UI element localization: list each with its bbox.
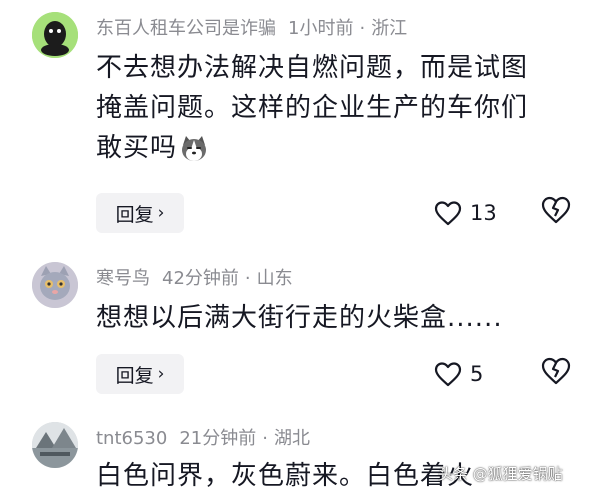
location: 山东 bbox=[256, 268, 293, 289]
username[interactable]: tnt6530 bbox=[96, 428, 167, 449]
reply-button[interactable]: 回复 › bbox=[96, 354, 184, 394]
husky-emoji-icon bbox=[182, 136, 207, 161]
reply-button[interactable]: 回复 › bbox=[96, 193, 184, 233]
comment-text-line: 掩盖问题。这样的企业生产的车你们 bbox=[96, 93, 529, 123]
location: 湖北 bbox=[273, 428, 310, 449]
chevron-right-icon: › bbox=[157, 364, 165, 384]
comment-meta: tnt6530 21分钟前 · 湖北 bbox=[96, 428, 310, 449]
avatar[interactable] bbox=[32, 422, 78, 468]
comment-text: 想想以后满大街行走的火柴盒...... bbox=[96, 298, 576, 338]
comment-actions: 回复 › 5 bbox=[96, 354, 576, 394]
dislike-button[interactable] bbox=[540, 356, 576, 392]
timestamp: 21分钟前 bbox=[179, 428, 257, 449]
avatar[interactable] bbox=[32, 262, 78, 308]
timestamp: 1小时前 bbox=[288, 18, 354, 39]
broken-heart-icon bbox=[541, 196, 571, 224]
like-count: 5 bbox=[470, 362, 484, 386]
comment-meta: 寒号鸟 42分钟前 · 山东 bbox=[96, 268, 293, 289]
comment-meta: 东百人租车公司是诈骗 1小时前 · 浙江 bbox=[96, 18, 408, 39]
comment-text-line: 不去想办法解决自燃问题，而是试图 bbox=[96, 53, 529, 83]
chevron-right-icon: › bbox=[157, 203, 165, 223]
like-button[interactable]: 5 bbox=[434, 356, 483, 392]
location: 浙江 bbox=[371, 18, 408, 39]
like-button[interactable]: 13 bbox=[434, 195, 497, 231]
reply-label: 回复 bbox=[115, 364, 154, 387]
timestamp: 42分钟前 bbox=[162, 268, 239, 289]
broken-heart-icon bbox=[541, 357, 571, 385]
avatar[interactable] bbox=[32, 12, 78, 58]
avatar-image bbox=[32, 262, 78, 308]
like-count: 13 bbox=[470, 201, 497, 225]
avatar-image bbox=[32, 12, 78, 58]
heart-icon bbox=[434, 362, 462, 387]
comment-actions: 回复 › 13 bbox=[96, 193, 576, 233]
watermark: 头条 @狐狸爱锅贴 bbox=[438, 465, 563, 483]
reply-label: 回复 bbox=[115, 203, 154, 226]
avatar-image bbox=[32, 422, 78, 468]
comment-text-line: 敢买吗 bbox=[96, 133, 178, 163]
heart-icon bbox=[434, 201, 462, 226]
dislike-button[interactable] bbox=[540, 195, 576, 231]
comment-text: 不去想办法解决自燃问题，而是试图 掩盖问题。这样的企业生产的车你们 敢买吗 bbox=[96, 48, 576, 168]
comment-text-line: 想想以后满大街行走的火柴盒...... bbox=[96, 303, 503, 333]
username[interactable]: 东百人租车公司是诈骗 bbox=[96, 18, 276, 39]
username[interactable]: 寒号鸟 bbox=[96, 268, 150, 289]
